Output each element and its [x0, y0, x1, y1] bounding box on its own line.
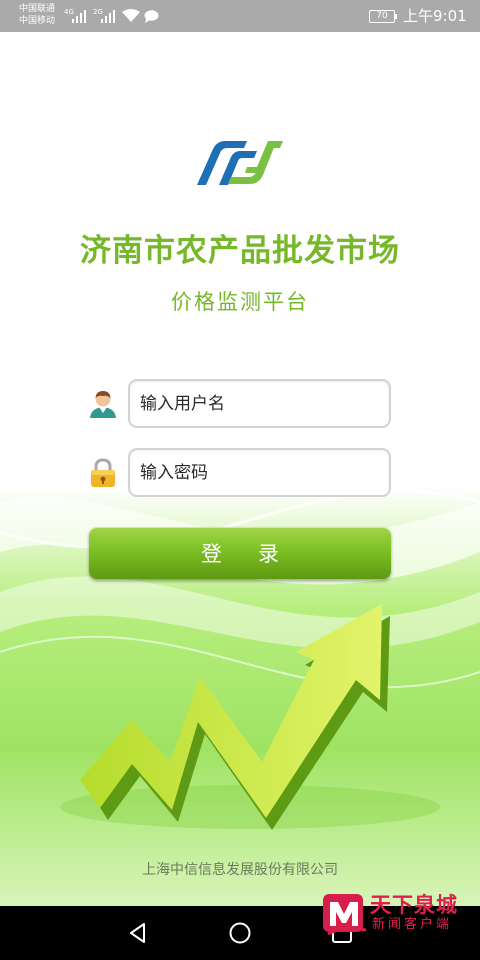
watermark-name: 天下泉城: [370, 892, 458, 917]
app-logo: [197, 141, 283, 185]
carrier-2-label: 中国移动: [19, 16, 56, 26]
login-button[interactable]: 登录: [89, 527, 391, 579]
home-icon[interactable]: [228, 921, 252, 945]
status-time: 上午9:01: [403, 7, 467, 25]
wifi-icon: [122, 9, 140, 22]
carrier-info: 中国联通 中国移动: [19, 3, 55, 27]
app-subtitle: 价格监测平台: [171, 290, 309, 314]
app-title: 济南市农产品批发市场: [80, 233, 400, 269]
carrier-1-label: 中国联通: [19, 4, 56, 14]
message-icon: [144, 10, 159, 23]
watermark-logo-icon: [323, 894, 367, 936]
back-icon[interactable]: [126, 921, 150, 945]
signal-icon: [101, 10, 117, 23]
battery-tip: [395, 14, 397, 19]
username-input[interactable]: [128, 379, 391, 428]
watermark-subtitle: 新闻客户端: [372, 917, 453, 932]
status-bar: 中国联通 中国移动 4G 2G 70 上午9:01: [0, 0, 480, 32]
user-icon: [90, 391, 116, 418]
company-name: 上海中信信息发展股份有限公司: [142, 862, 338, 878]
lock-icon: [91, 458, 115, 487]
password-input[interactable]: [128, 448, 391, 497]
battery-icon: 70: [369, 10, 395, 23]
signal-icon: [72, 10, 88, 23]
